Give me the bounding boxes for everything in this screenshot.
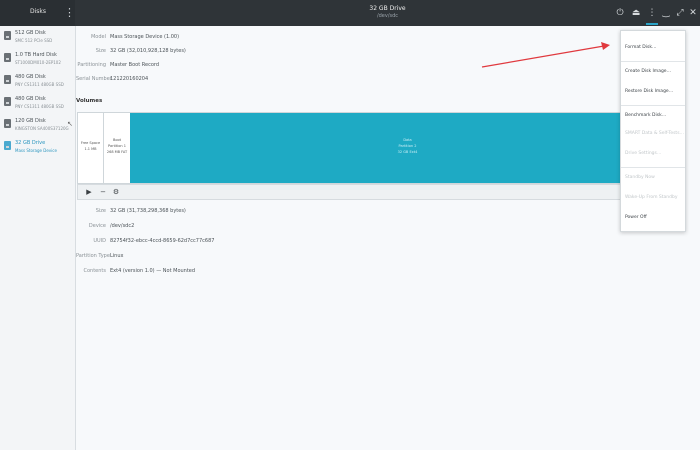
drive-options-menu: Format Disk… Create Disk Image… Restore … [620,30,686,232]
disks-window: Disks ⋮ 32 GB Drive /dev/sdc ⏻ ⏏ ⋮ ‿ ⤢ ✕… [0,0,700,450]
menu-item-drive-settings[interactable]: Drive Settings… [625,151,661,156]
menu-item-power-off[interactable]: Power Off [625,215,647,220]
menu-item-restore-disk-image[interactable]: Restore Disk Image… [625,89,673,94]
menu-item-smart-data[interactable]: SMART Data & Self-Tests… [625,131,684,136]
arrow-head [601,42,610,50]
menu-separator [621,167,685,168]
arrow-shaft [481,45,605,68]
menu-item-create-disk-image[interactable]: Create Disk Image… [625,69,671,74]
menu-separator [621,61,685,62]
menu-separator [621,105,685,106]
menu-item-standby-now[interactable]: Standby Now [625,175,655,180]
menu-item-benchmark-disk[interactable]: Benchmark Disk… [625,113,666,118]
annotation-arrow [481,42,610,68]
menu-item-wake-up[interactable]: Wake-Up From Standby [625,195,678,200]
menu-item-format-disk[interactable]: Format Disk… [625,45,656,50]
